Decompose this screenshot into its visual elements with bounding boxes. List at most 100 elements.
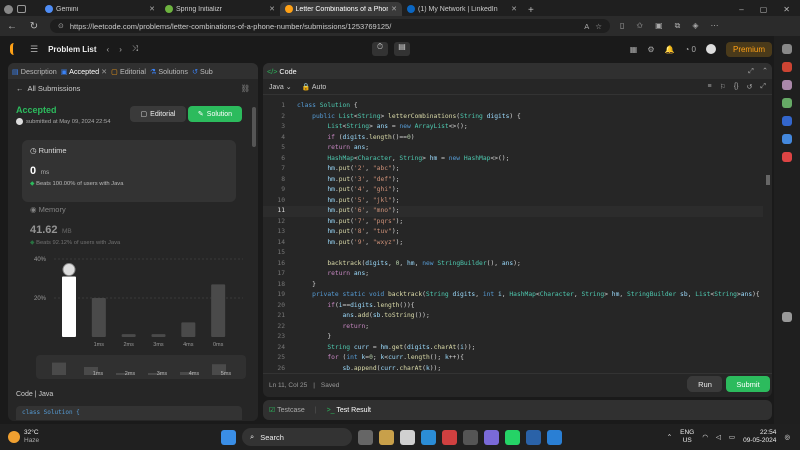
shuffle-icon[interactable]: ⤨ <box>132 44 138 54</box>
left-scrollbar[interactable] <box>252 107 256 147</box>
prev-problem-icon[interactable]: ‹ <box>107 45 110 54</box>
vscode-icon[interactable] <box>547 429 562 445</box>
split-screen-icon[interactable]: ▯ <box>620 21 624 31</box>
file-explorer-icon[interactable] <box>379 429 394 445</box>
read-aloud-icon[interactable]: A <box>584 22 589 31</box>
store-icon[interactable] <box>400 429 415 445</box>
close-tab-icon[interactable]: ✕ <box>511 5 517 13</box>
site-info-icon[interactable]: ⊙ <box>58 22 64 30</box>
browser-tab[interactable]: Gemini ✕ <box>40 2 160 16</box>
close-tab-icon[interactable]: ✕ <box>269 5 275 13</box>
windows-start-icon[interactable] <box>221 429 236 445</box>
whatsapp-icon[interactable] <box>505 429 520 445</box>
runtime-distribution-chart[interactable]: 40% 20% 1ms 2ms 3ms 4ms 0ms <box>18 253 248 353</box>
taskbar-search[interactable]: ⌕ Search <box>242 428 352 446</box>
bookmark-icon[interactable]: ⚐ <box>720 83 726 91</box>
extensions-icon[interactable]: ⧉ <box>675 21 681 31</box>
app-icon-github[interactable] <box>463 429 478 445</box>
refresh-icon[interactable]: ↻ <box>28 21 40 32</box>
editor-scrollbar[interactable] <box>766 175 770 185</box>
layout-icon[interactable]: ▦ <box>630 45 638 54</box>
tab-test-result[interactable]: >_ Test Result <box>327 407 371 414</box>
volume-icon[interactable]: ◁ <box>716 433 721 441</box>
tab-description[interactable]: ▤ Description <box>12 67 57 76</box>
problem-list-icon[interactable]: ☰ <box>30 44 38 55</box>
avatar[interactable] <box>705 44 716 54</box>
games-icon[interactable] <box>782 98 792 108</box>
browser-tab[interactable]: Spring Initializr ✕ <box>160 2 280 16</box>
close-tab-icon[interactable]: ✕ <box>101 67 107 76</box>
code-token: "jkl" <box>372 196 392 204</box>
braces-icon[interactable]: {} <box>734 83 739 91</box>
browser-tab[interactable]: (1) My Network | LinkedIn ✕ <box>402 2 522 16</box>
chart-overview[interactable]: 1ms 2ms 3ms 4ms 5ms <box>36 355 246 379</box>
tab-testcase[interactable]: ☑ Testcase <box>269 406 305 414</box>
tab-editorial[interactable]: ▢ Editorial <box>111 67 146 76</box>
tools-icon[interactable] <box>782 80 792 90</box>
editorial-button[interactable]: ▢ Editorial <box>130 106 186 122</box>
battery-icon[interactable]: ▭ <box>729 433 735 441</box>
app-icon-purple[interactable] <box>484 429 499 445</box>
wifi-icon[interactable]: ◠ <box>702 433 708 441</box>
sidebar-add-icon[interactable] <box>782 312 792 322</box>
streak-counter[interactable]: ◔ 0 <box>684 45 696 54</box>
task-view-icon[interactable] <box>358 429 373 445</box>
autocomplete-mode[interactable]: 🔒 Auto <box>302 83 327 91</box>
reset-icon[interactable]: ↺ <box>747 83 753 91</box>
tray-chevron-icon[interactable]: ⌃ <box>667 433 672 441</box>
all-submissions-row[interactable]: ← All Submissions ⛓ <box>8 79 258 98</box>
timer-icon[interactable]: ⏱ <box>372 42 388 56</box>
format-icon[interactable]: ≡ <box>707 83 711 91</box>
close-tab-icon[interactable]: ✕ <box>149 5 155 13</box>
url-field[interactable]: ⊙ https://leetcode.com/problems/letter-c… <box>50 19 610 33</box>
premium-button[interactable]: Premium <box>725 41 772 57</box>
settings-gear-icon[interactable]: ⚙ <box>647 45 654 54</box>
collections-icon[interactable]: ▣ <box>655 21 663 31</box>
tab-actions-icon[interactable] <box>17 5 26 13</box>
problem-list-link[interactable]: Problem List <box>48 45 96 54</box>
notifications-icon[interactable]: 🔔 <box>664 45 674 54</box>
app-icon-red[interactable] <box>442 429 457 445</box>
favorite-star-icon[interactable]: ☆ <box>595 22 602 31</box>
back-icon[interactable]: ← <box>6 21 18 32</box>
new-tab-icon[interactable]: + <box>528 5 534 16</box>
solution-button[interactable]: ✎ Solution <box>188 106 242 122</box>
drop-icon[interactable] <box>782 152 792 162</box>
next-problem-icon[interactable]: › <box>119 45 122 54</box>
close-tab-icon[interactable]: ✕ <box>391 5 397 13</box>
minimize-icon[interactable]: – <box>739 5 743 14</box>
notes-icon[interactable]: ▤ <box>394 42 410 56</box>
tab-accepted[interactable]: ▣ Accepted ✕ <box>61 67 107 76</box>
copilot-icon[interactable]: ◈ <box>692 21 698 31</box>
run-button[interactable]: Run <box>688 376 722 392</box>
editor-toolbar: Java ⌄ 🔒 Auto ≡ ⚐ {} ↺ ⤢ <box>263 79 772 95</box>
submit-button[interactable]: Submit <box>726 376 770 392</box>
tab-solutions[interactable]: ⚗ Solutions <box>150 67 188 76</box>
office-icon[interactable] <box>782 116 792 126</box>
notification-bell-icon[interactable]: ◎ <box>784 433 790 441</box>
favorites-icon[interactable]: ✩ <box>636 21 643 31</box>
tab-submissions[interactable]: ↺ Sub <box>192 67 213 76</box>
language-indicator[interactable]: ENG US <box>680 429 694 445</box>
profile-icon[interactable] <box>4 4 13 14</box>
language-select[interactable]: Java ⌄ <box>269 83 292 91</box>
app-icon-blue[interactable] <box>526 429 541 445</box>
share-link-icon[interactable]: ⛓ <box>240 84 250 93</box>
weather-widget[interactable]: 32°C Haze <box>8 429 128 445</box>
outlook-icon[interactable] <box>782 134 792 144</box>
maximize-icon[interactable]: ▢ <box>760 5 768 14</box>
code-editor[interactable]: 1 class Solution {2 public List<String> l… <box>263 99 763 371</box>
collapse-icon[interactable]: ⌃ <box>762 66 768 76</box>
clock[interactable]: 22:54 09-05-2024 <box>743 429 776 445</box>
editor-fullscreen-icon[interactable]: ⤢ <box>760 83 766 91</box>
memory-card[interactable]: ◉ Memory 41.62 MB ◆ Beats 92.12% of user… <box>30 205 240 246</box>
leetcode-logo-icon[interactable] <box>10 43 20 55</box>
search-sidebar-icon[interactable] <box>782 44 792 54</box>
fullscreen-icon[interactable]: ⤢ <box>748 66 754 76</box>
more-icon[interactable]: ⋯ <box>711 21 719 31</box>
edge-icon[interactable] <box>421 429 436 445</box>
shopping-icon[interactable] <box>782 62 792 72</box>
browser-tab[interactable]: Letter Combinations of a Phone ✕ <box>280 2 402 16</box>
runtime-card[interactable]: ◷ Runtime 0 ms ◆ Beats 100.00% of users … <box>22 140 236 202</box>
close-icon[interactable]: ✕ <box>783 5 790 14</box>
